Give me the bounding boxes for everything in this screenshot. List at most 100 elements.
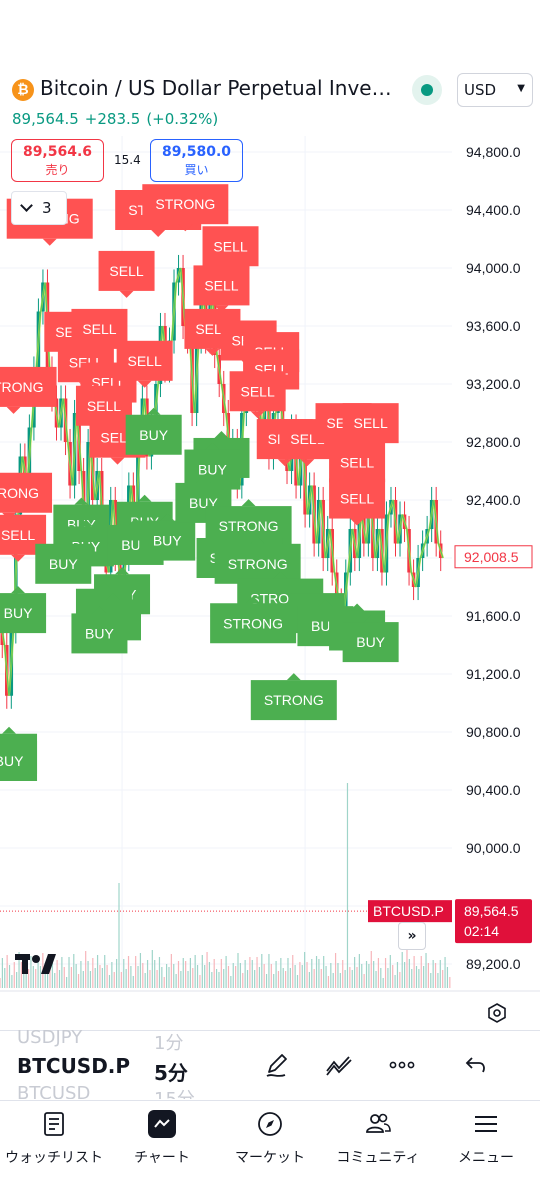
signal-text: BUY <box>139 427 168 443</box>
sell-button[interactable]: 89,564.6 売り <box>11 139 104 182</box>
menu-icon <box>475 1116 497 1132</box>
signal-pointer <box>137 494 152 502</box>
sell-price: 89,564.6 <box>22 144 93 160</box>
signal-pointer <box>2 726 17 734</box>
signal-text: BUY <box>85 625 114 641</box>
buy-signal-label: BUY <box>184 442 241 490</box>
price-change-pct: (+0.32%) <box>146 110 219 128</box>
undo-icon[interactable] <box>463 1051 491 1079</box>
sell-signal-label: STRONG <box>142 184 229 232</box>
sell-signal-label: SELL <box>193 265 250 313</box>
signal-text: SELL <box>340 491 374 507</box>
signal-text: STRONG <box>0 485 39 501</box>
sell-signal-label: SELL <box>116 340 173 388</box>
price-axis-label: 94,800.0 <box>466 144 521 160</box>
buy-signal-label: BUY <box>71 606 128 654</box>
signal-text: BUY <box>198 462 227 478</box>
chart-toolbar: USDJPY BTCUSD.P BTCUSD 1分 5分 15分 <box>0 1027 540 1099</box>
buy-signal-label: STRONG <box>214 536 301 584</box>
scroll-to-realtime-button[interactable]: » <box>398 922 426 950</box>
price-axis-label: 91,200.0 <box>466 666 521 682</box>
watchlist-icon <box>44 1112 64 1136</box>
symbol-picker[interactable]: BTCUSD.P <box>17 1054 130 1078</box>
indicator-count: 3 <box>42 199 52 217</box>
signal-text: SELL <box>213 238 247 254</box>
signal-text: SELL <box>241 383 275 399</box>
signal-text: STRONG <box>155 196 215 212</box>
price-axis-label: 94,000.0 <box>466 260 521 276</box>
pencil-icon[interactable] <box>263 1051 291 1079</box>
tab-watchlist[interactable]: ウォッチリスト <box>0 1101 108 1181</box>
signal-text: SELL <box>204 277 238 293</box>
market-open-dot <box>421 84 433 96</box>
sell-label: 売り <box>45 163 70 177</box>
tab-community[interactable]: コミュニティ <box>324 1101 432 1181</box>
chevron-down-icon <box>20 199 33 212</box>
signal-text: SELL <box>128 353 162 369</box>
symbol-prev[interactable]: USDJPY <box>17 1027 82 1048</box>
timeframe-next[interactable]: 15分 <box>154 1085 195 1099</box>
price-axis-label: 90,400.0 <box>466 782 521 798</box>
community-icon <box>366 1113 391 1133</box>
price-line: 89,564.5 +283.5 (+0.32%) <box>12 110 224 128</box>
buy-price: 89,580.0 <box>161 144 232 160</box>
sell-signal-label: STRONG <box>0 366 57 414</box>
signal-text: BUY <box>0 753 24 769</box>
buy-signal-label: BUY <box>0 734 38 781</box>
price-axis-label: 89,200.0 <box>466 956 521 972</box>
compass-icon <box>258 1112 282 1136</box>
tab-menu[interactable]: メニュー <box>432 1101 540 1181</box>
signal-text: BUY <box>4 605 33 621</box>
symbol-title[interactable]: Bitcoin / US Dollar Perpetual Inver… <box>40 76 398 100</box>
settings-icon[interactable] <box>486 1002 508 1024</box>
price-axis-label: 92,400.0 <box>466 492 521 508</box>
currency-value: USD <box>464 81 497 99</box>
buy-signal-label: BUY <box>125 407 182 455</box>
signal-text: SELL <box>82 321 116 337</box>
indicator-collapse-button[interactable]: 3 <box>11 191 67 225</box>
signal-text: SELL <box>354 415 388 431</box>
signal-text: STRONG <box>228 556 288 572</box>
signal-pointer <box>6 406 21 414</box>
symbol-next[interactable]: BTCUSD <box>17 1083 90 1099</box>
price-axis-label: 91,600.0 <box>466 608 521 624</box>
signal-pointer <box>11 586 26 594</box>
price-axis-label: 90,800.0 <box>466 724 521 740</box>
market-status-icon[interactable] <box>412 75 442 105</box>
signal-text: STRONG <box>219 518 279 534</box>
bottom-tab-bar: ウォッチリスト チャート マーケット コミュニティ メニュー <box>0 1100 540 1200</box>
price-axis-label: 94,400.0 <box>466 202 521 218</box>
buy-signal-label: STRONG <box>250 673 337 721</box>
buy-button[interactable]: 89,580.0 買い <box>150 139 243 182</box>
price-chart[interactable]: STRONG STRONG STRONG SELL SELL SELL SELL SELL SE… <box>0 136 540 996</box>
signal-text: SELL <box>109 263 143 279</box>
price-change: +283.5 <box>84 110 141 128</box>
signal-text: BUY <box>49 556 78 572</box>
more-icon[interactable] <box>388 1051 416 1079</box>
current-price-label: 92,008.5 <box>464 549 519 565</box>
tab-label: コミュニティ <box>336 1150 420 1166</box>
signal-text: STRONG <box>223 615 283 631</box>
price-axis-label: 93,200.0 <box>466 376 521 392</box>
buy-label: 買い <box>184 163 209 177</box>
buy-signal-label: BUY <box>0 586 47 634</box>
timeframe-prev[interactable]: 1分 <box>154 1029 183 1055</box>
tradingview-logo-icon <box>15 954 56 974</box>
currency-select[interactable]: USD ▼ <box>457 73 533 107</box>
signal-text: SELL <box>340 454 374 470</box>
indicators-icon[interactable] <box>325 1051 353 1079</box>
tab-markets[interactable]: マーケット <box>216 1101 324 1181</box>
signal-text: BUY <box>356 634 385 650</box>
sell-signal-label: SELL <box>98 250 155 298</box>
signal-pointer <box>74 497 89 505</box>
buy-signal-label: STRONG <box>210 596 297 644</box>
tab-label: ウォッチリスト <box>5 1150 103 1166</box>
signal-text: STRONG <box>0 379 44 395</box>
signal-pointer <box>300 459 315 467</box>
signal-pointer <box>42 238 57 246</box>
signal-text: SELL <box>1 527 35 543</box>
chevron-down-icon: ▼ <box>517 83 525 94</box>
tab-chart[interactable]: チャート <box>108 1101 216 1181</box>
chart-icon <box>154 1119 170 1128</box>
timeframe-picker[interactable]: 5分 <box>154 1057 188 1086</box>
